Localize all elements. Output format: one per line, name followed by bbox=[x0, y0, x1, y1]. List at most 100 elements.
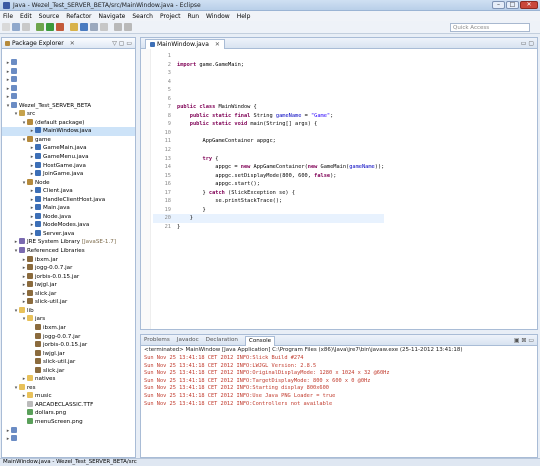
tree-item[interactable]: ▸ bbox=[2, 93, 135, 102]
tree-item[interactable]: ▸ NodeModes.java bbox=[2, 221, 135, 230]
tree-item[interactable]: jorbis-0.0.15.jar bbox=[2, 341, 135, 350]
menu-source[interactable]: Source bbox=[39, 13, 60, 20]
tree-item[interactable]: slick-util.jar bbox=[2, 358, 135, 367]
code-line[interactable]: 19 } bbox=[153, 206, 384, 215]
tree-item[interactable]: ▸ Node.java bbox=[2, 212, 135, 222]
tree-item[interactable]: ▾ game bbox=[2, 135, 135, 145]
editor-view-controls[interactable]: ▭ ▢ bbox=[521, 40, 534, 47]
tree-item[interactable]: ▸ JRE System Library [JavaSE-1.7] bbox=[2, 238, 135, 247]
tree-item[interactable]: ▸ lwjgl.jar bbox=[2, 281, 135, 290]
code-line[interactable]: 1 bbox=[153, 52, 384, 61]
code-line[interactable]: 4 bbox=[153, 78, 384, 87]
print-icon[interactable] bbox=[22, 23, 30, 31]
tree-item[interactable]: ▾ lib bbox=[2, 306, 135, 316]
tree-item[interactable]: ▸ jogg-0.0.7.jar bbox=[2, 264, 135, 273]
tree-item[interactable]: ▸ GameMain.java bbox=[2, 144, 135, 153]
tree-item[interactable]: ▾ Referenced Libraries bbox=[2, 247, 135, 256]
tree-item[interactable]: ▸ HostGame.java bbox=[2, 161, 135, 171]
close-icon[interactable]: ✕ bbox=[70, 40, 75, 47]
editor-tab[interactable]: MainWindow.java ✕ bbox=[145, 39, 225, 49]
forward-icon[interactable] bbox=[124, 23, 132, 31]
menu-search[interactable]: Search bbox=[132, 13, 153, 20]
search-icon[interactable] bbox=[100, 23, 108, 31]
tree-item[interactable]: ▾ src bbox=[2, 110, 135, 119]
menu-edit[interactable]: Edit bbox=[20, 13, 32, 20]
menu-file[interactable]: File bbox=[3, 13, 13, 20]
code-line[interactable]: 11 AppGameContainer appgc; bbox=[153, 137, 384, 146]
menu-project[interactable]: Project bbox=[160, 13, 181, 20]
tree-item[interactable]: ▸ GameMenu.java bbox=[2, 153, 135, 162]
code-line[interactable]: 14 appgc = new AppGameContainer(new Game… bbox=[153, 163, 385, 172]
menu-run[interactable]: Run bbox=[188, 13, 200, 20]
code-line[interactable]: 2 import game.GameMain; bbox=[153, 61, 384, 70]
external-tools-icon[interactable] bbox=[56, 23, 64, 31]
menu-window[interactable]: Window bbox=[206, 13, 230, 20]
save-icon[interactable] bbox=[12, 23, 20, 31]
tree-item[interactable]: ibxm.jar bbox=[2, 323, 135, 333]
tree-item[interactable]: menuScreen.png bbox=[2, 417, 135, 427]
tree-item[interactable]: ▸ music bbox=[2, 392, 135, 401]
minimize-button[interactable]: – bbox=[492, 1, 505, 9]
code-line[interactable]: 15 appgc.setDisplayMode(800, 600, false)… bbox=[153, 172, 384, 181]
new-class-icon[interactable] bbox=[80, 23, 88, 31]
code-line[interactable]: 5 bbox=[153, 86, 384, 95]
code-area[interactable]: 1 2 import game.GameMain; 3 4 5 6 7 public class… bbox=[153, 52, 385, 231]
close-button[interactable]: ✕ bbox=[520, 1, 538, 9]
code-line[interactable]: 12 bbox=[153, 146, 384, 155]
tab-problems[interactable]: Problems bbox=[144, 337, 170, 343]
tree-item[interactable]: ▸ bbox=[2, 67, 135, 77]
tree-item[interactable]: jogg-0.0.7.jar bbox=[2, 332, 135, 342]
code-line[interactable]: 6 bbox=[153, 95, 384, 104]
tree-item[interactable]: ▸ bbox=[2, 76, 135, 85]
tree-item[interactable]: ▸ Server.java bbox=[2, 229, 135, 239]
tree-item[interactable]: ▾ (default package) bbox=[2, 118, 135, 128]
package-explorer-title[interactable]: Package Explorer bbox=[12, 40, 64, 47]
code-line[interactable]: 3 bbox=[153, 69, 384, 78]
open-type-icon[interactable] bbox=[90, 23, 98, 31]
code-line[interactable]: 18 se.printStackTrace(); bbox=[153, 197, 384, 206]
code-line[interactable]: 13 try { bbox=[153, 155, 384, 164]
tree-item[interactable]: ▸ natives bbox=[2, 375, 135, 384]
menu-help[interactable]: Help bbox=[237, 13, 251, 20]
close-icon[interactable]: ✕ bbox=[215, 41, 220, 48]
new-package-icon[interactable] bbox=[70, 23, 78, 31]
console-controls[interactable]: ▣ ⊠ ▭ bbox=[514, 337, 534, 344]
tree-item[interactable]: ▸ bbox=[2, 435, 135, 444]
tree-item[interactable]: ▸ JoinGame.java bbox=[2, 170, 135, 179]
code-line[interactable]: 17 } catch (SlickException se) { bbox=[153, 189, 384, 198]
code-line[interactable]: 8 public static final String gameName = … bbox=[153, 112, 384, 121]
back-icon[interactable] bbox=[114, 23, 122, 31]
tab-declaration[interactable]: Declaration bbox=[206, 337, 238, 343]
tree-item[interactable]: slick.jar bbox=[2, 366, 135, 376]
tree-item[interactable]: ▸ MainWindow.java bbox=[2, 127, 135, 136]
tree-item[interactable]: lwjgl.jar bbox=[2, 349, 135, 359]
tree-item[interactable]: ▸ bbox=[2, 84, 135, 94]
code-line[interactable]: 16 appgc.start(); bbox=[153, 180, 384, 189]
tree-item[interactable]: ▾ Wezel_Test_SERVER_BETA bbox=[2, 101, 135, 111]
code-line[interactable]: 10 bbox=[153, 129, 384, 138]
tree-item[interactable]: ▸ HandleClientHost.java bbox=[2, 195, 135, 205]
tree-item[interactable]: ▸ jorbis-0.0.15.jar bbox=[2, 272, 135, 282]
run-icon[interactable] bbox=[46, 23, 54, 31]
new-icon[interactable] bbox=[2, 23, 10, 31]
tab-javadoc[interactable]: Javadoc bbox=[177, 337, 199, 343]
menu-refactor[interactable]: Refactor bbox=[66, 13, 91, 20]
code-line[interactable]: 20 } bbox=[153, 214, 385, 223]
tree-item[interactable]: ▸ Client.java bbox=[2, 187, 135, 196]
tree-item[interactable]: ▾ jars bbox=[2, 315, 135, 324]
tree-item[interactable]: ▸ bbox=[2, 59, 135, 68]
menu-navigate[interactable]: Navigate bbox=[98, 13, 125, 20]
code-line[interactable]: 9 public static void main(String[] args)… bbox=[153, 120, 384, 129]
tree-item[interactable]: ▸ slick-util.jar bbox=[2, 298, 135, 307]
view-menu-icon[interactable]: ▽ ▢ ▭ bbox=[112, 40, 132, 47]
tab-console[interactable]: Console bbox=[244, 335, 276, 346]
tree-item[interactable]: ▸ ibxm.jar bbox=[2, 255, 135, 265]
quick-access-input[interactable]: Quick Access bbox=[450, 23, 530, 32]
tree-item[interactable]: ▸ slick.jar bbox=[2, 289, 135, 299]
tree-item[interactable]: ▾ res bbox=[2, 383, 135, 393]
code-line[interactable]: 7 public class MainWindow { bbox=[153, 103, 384, 112]
tree-item[interactable]: ▸ bbox=[2, 426, 135, 436]
tree-item[interactable]: ▸ Main.java bbox=[2, 204, 135, 213]
tree-item[interactable]: ARCADECLASSIC.TTF bbox=[2, 400, 135, 410]
maximize-button[interactable]: □ bbox=[506, 1, 519, 9]
